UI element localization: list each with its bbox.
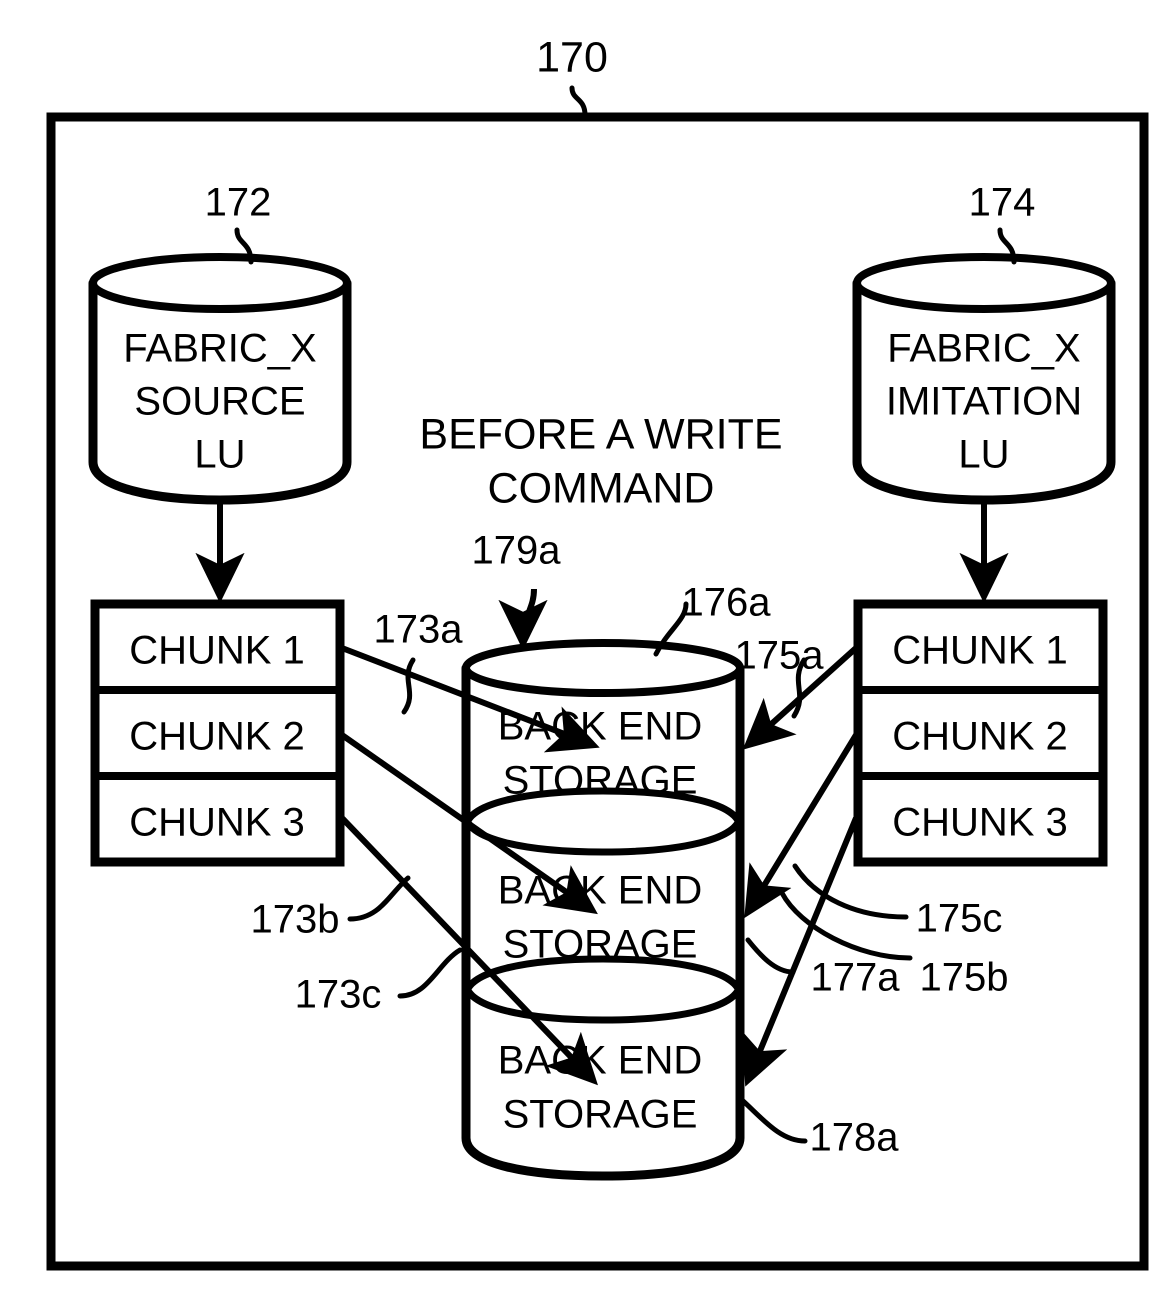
- right-chunk-row-2: CHUNK 2: [892, 715, 1068, 759]
- storage-bottom-ref: 178a: [810, 1116, 900, 1160]
- leader-175c: [792, 863, 909, 920]
- source-lu-ref: 172: [205, 181, 272, 225]
- storage-stack-ref: 179a: [472, 529, 562, 573]
- arrow-175c: [741, 816, 859, 1087]
- mapping-ref-175b: 175b: [920, 956, 1009, 1000]
- leader-170: [569, 85, 588, 118]
- storage-segment-1-line2: STORAGE: [503, 759, 698, 803]
- imitation-lu-ref: 174: [969, 181, 1036, 225]
- leader-173a: [401, 657, 416, 715]
- mapping-ref-173c: 173c: [295, 973, 382, 1017]
- caption-line-2: COMMAND: [488, 464, 715, 512]
- leader-173c: [397, 947, 463, 999]
- leader-173b: [347, 875, 411, 922]
- right-chunk-row-3: CHUNK 3: [892, 801, 1068, 845]
- imitation-lu-line3: LU: [958, 433, 1009, 477]
- patent-figure: 170 172 174 FABRIC_X SOURCE LU FABRIC_X …: [0, 0, 1170, 1308]
- leader-177a: [745, 937, 796, 975]
- source-lu-line3: LU: [194, 433, 245, 477]
- arrow-175b: [744, 733, 859, 919]
- storage-middle-ref: 177a: [811, 956, 901, 1000]
- storage-segment-2-line1: BACK END: [498, 869, 703, 913]
- storage-segment-1-line1: BACK END: [498, 705, 703, 749]
- storage-segment-3-line1: BACK END: [498, 1039, 703, 1083]
- left-chunk-row-3: CHUNK 3: [129, 801, 305, 845]
- storage-segment-3-line2: STORAGE: [503, 1093, 698, 1137]
- caption-line-1: BEFORE A WRITE: [419, 410, 782, 458]
- source-lu-line2: SOURCE: [134, 380, 305, 424]
- source-lu-line1: FABRIC_X: [123, 327, 316, 371]
- storage-segment-2-line2: STORAGE: [503, 923, 698, 967]
- imitation-lu-line1: FABRIC_X: [887, 327, 1080, 371]
- mapping-ref-175c: 175c: [916, 897, 1003, 941]
- arrow-179a: [498, 588, 548, 651]
- right-chunk-row-1: CHUNK 1: [892, 629, 1068, 673]
- mapping-ref-175a: 175a: [735, 634, 825, 678]
- left-chunk-row-1: CHUNK 1: [129, 629, 305, 673]
- mapping-ref-173a: 173a: [374, 608, 464, 652]
- figure-canvas: 170 172 174 FABRIC_X SOURCE LU FABRIC_X …: [46, 33, 1149, 1271]
- leader-178a: [739, 1097, 808, 1144]
- mapping-ref-173b: 173b: [251, 898, 340, 942]
- storage-top-ref: 176a: [682, 581, 772, 625]
- imitation-lu-line2: IMITATION: [886, 380, 1082, 424]
- figure-ref-170: 170: [536, 33, 608, 81]
- left-chunk-row-2: CHUNK 2: [129, 715, 305, 759]
